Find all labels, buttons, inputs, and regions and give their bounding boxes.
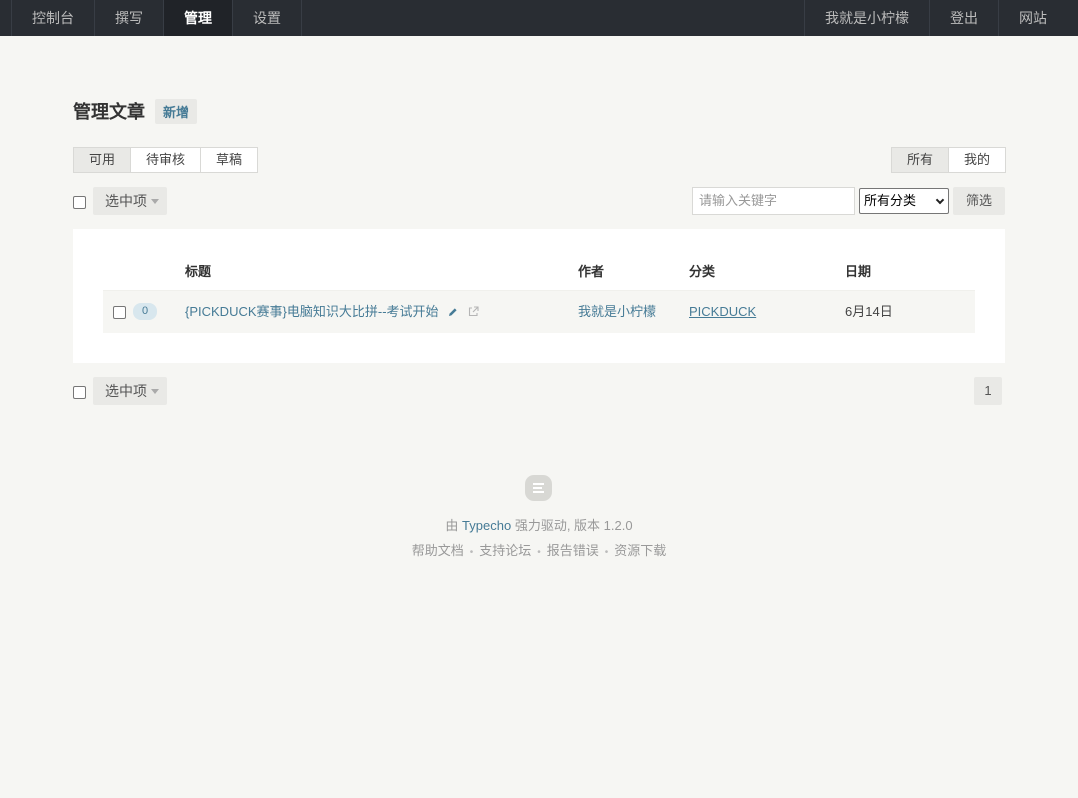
nav-user-profile[interactable]: 我就是小柠檬: [804, 0, 930, 36]
top-navbar: 控制台 撰写 管理 设置 我就是小柠檬 登出 网站: [0, 0, 1078, 36]
footer-link-help[interactable]: 帮助文档: [412, 543, 464, 558]
powered-prefix: 由: [445, 518, 459, 533]
selected-actions-dropdown-bottom[interactable]: 选中项: [93, 377, 167, 405]
footer-link-downloads[interactable]: 资源下载: [614, 543, 666, 558]
status-tabs: 可用 待审核 草稿: [73, 147, 258, 173]
chevron-down-icon: [935, 195, 945, 205]
scope-tabs: 所有 我的: [891, 147, 1006, 173]
footer-separator: •: [469, 547, 474, 558]
column-header-author: 作者: [578, 264, 605, 279]
tab-pending[interactable]: 待审核: [130, 147, 201, 173]
caret-down-icon: [151, 389, 159, 394]
select-all-checkbox-bottom[interactable]: [73, 386, 86, 399]
footer-link-report[interactable]: 报告错误: [547, 543, 599, 558]
tab-drafts[interactable]: 草稿: [200, 147, 258, 173]
author-link[interactable]: 我就是小柠檬: [578, 304, 656, 319]
title-cell: {PICKDUCK赛事}电脑知识大比拼--考试开始: [185, 291, 479, 334]
tab-my-posts[interactable]: 我的: [948, 147, 1006, 173]
filter-button[interactable]: 筛选: [953, 187, 1005, 215]
typecho-link[interactable]: Typecho: [462, 518, 511, 533]
nav-manage[interactable]: 管理: [164, 0, 233, 36]
row-checkbox[interactable]: [113, 306, 126, 319]
column-header-category: 分类: [689, 264, 716, 279]
category-select-value: 所有分类: [864, 193, 917, 208]
category-cell: PICKDUCK: [689, 291, 756, 333]
typecho-logo-icon: [525, 475, 552, 501]
powered-suffix: 强力驱动, 版本 1.2.0: [514, 518, 633, 533]
select-all-checkbox-top[interactable]: [73, 196, 86, 209]
nav-right: 我就是小柠檬 登出 网站: [804, 0, 1078, 36]
column-header-date: 日期: [845, 264, 872, 279]
new-post-button[interactable]: 新增: [155, 98, 198, 124]
page-title: 管理文章: [73, 102, 145, 122]
category-select[interactable]: 所有分类: [859, 188, 949, 214]
selected-actions-dropdown-top[interactable]: 选中项: [93, 187, 167, 215]
powered-by-text: 由 Typecho 强力驱动, 版本 1.2.0: [0, 515, 1078, 534]
nav-site[interactable]: 网站: [999, 0, 1078, 36]
pagination-page-1[interactable]: 1: [974, 377, 1002, 405]
selected-actions-label: 选中项: [105, 193, 147, 209]
comment-count-badge[interactable]: 0: [133, 303, 157, 320]
external-link-icon[interactable]: [468, 292, 479, 334]
footer-link-forum[interactable]: 支持论坛: [479, 543, 531, 558]
page-header: 管理文章 新增: [73, 98, 198, 124]
table-row: 0 {PICKDUCK赛事}电脑知识大比拼--考试开始 我就是小柠檬 PICKD…: [103, 291, 975, 333]
posts-table: 标题 作者 分类 日期 0 {PICKDUCK赛事}电脑知识大比拼--考试开始: [73, 229, 1005, 363]
date-cell: 6月14日: [845, 304, 893, 319]
nav-dashboard[interactable]: 控制台: [11, 0, 95, 36]
search-input[interactable]: 请输入关键字: [692, 187, 855, 215]
selected-actions-label-bottom: 选中项: [105, 383, 147, 399]
nav-left: 控制台 撰写 管理 设置: [0, 0, 302, 36]
column-header-title: 标题: [185, 264, 212, 279]
nav-settings[interactable]: 设置: [233, 0, 302, 36]
author-cell: 我就是小柠檬: [578, 291, 656, 333]
category-link[interactable]: PICKDUCK: [689, 304, 756, 319]
pencil-icon[interactable]: [448, 292, 458, 334]
nav-write[interactable]: 撰写: [95, 0, 164, 36]
footer-links: 帮助文档 • 支持论坛 • 报告错误 • 资源下载: [0, 540, 1078, 559]
footer-separator: •: [604, 547, 609, 558]
tab-all-posts[interactable]: 所有: [891, 147, 949, 173]
footer-separator: •: [537, 547, 541, 558]
tab-published[interactable]: 可用: [73, 147, 131, 173]
caret-down-icon: [151, 199, 159, 204]
post-title-link[interactable]: {PICKDUCK赛事}电脑知识大比拼--考试开始: [185, 304, 439, 319]
nav-logout[interactable]: 登出: [930, 0, 999, 36]
